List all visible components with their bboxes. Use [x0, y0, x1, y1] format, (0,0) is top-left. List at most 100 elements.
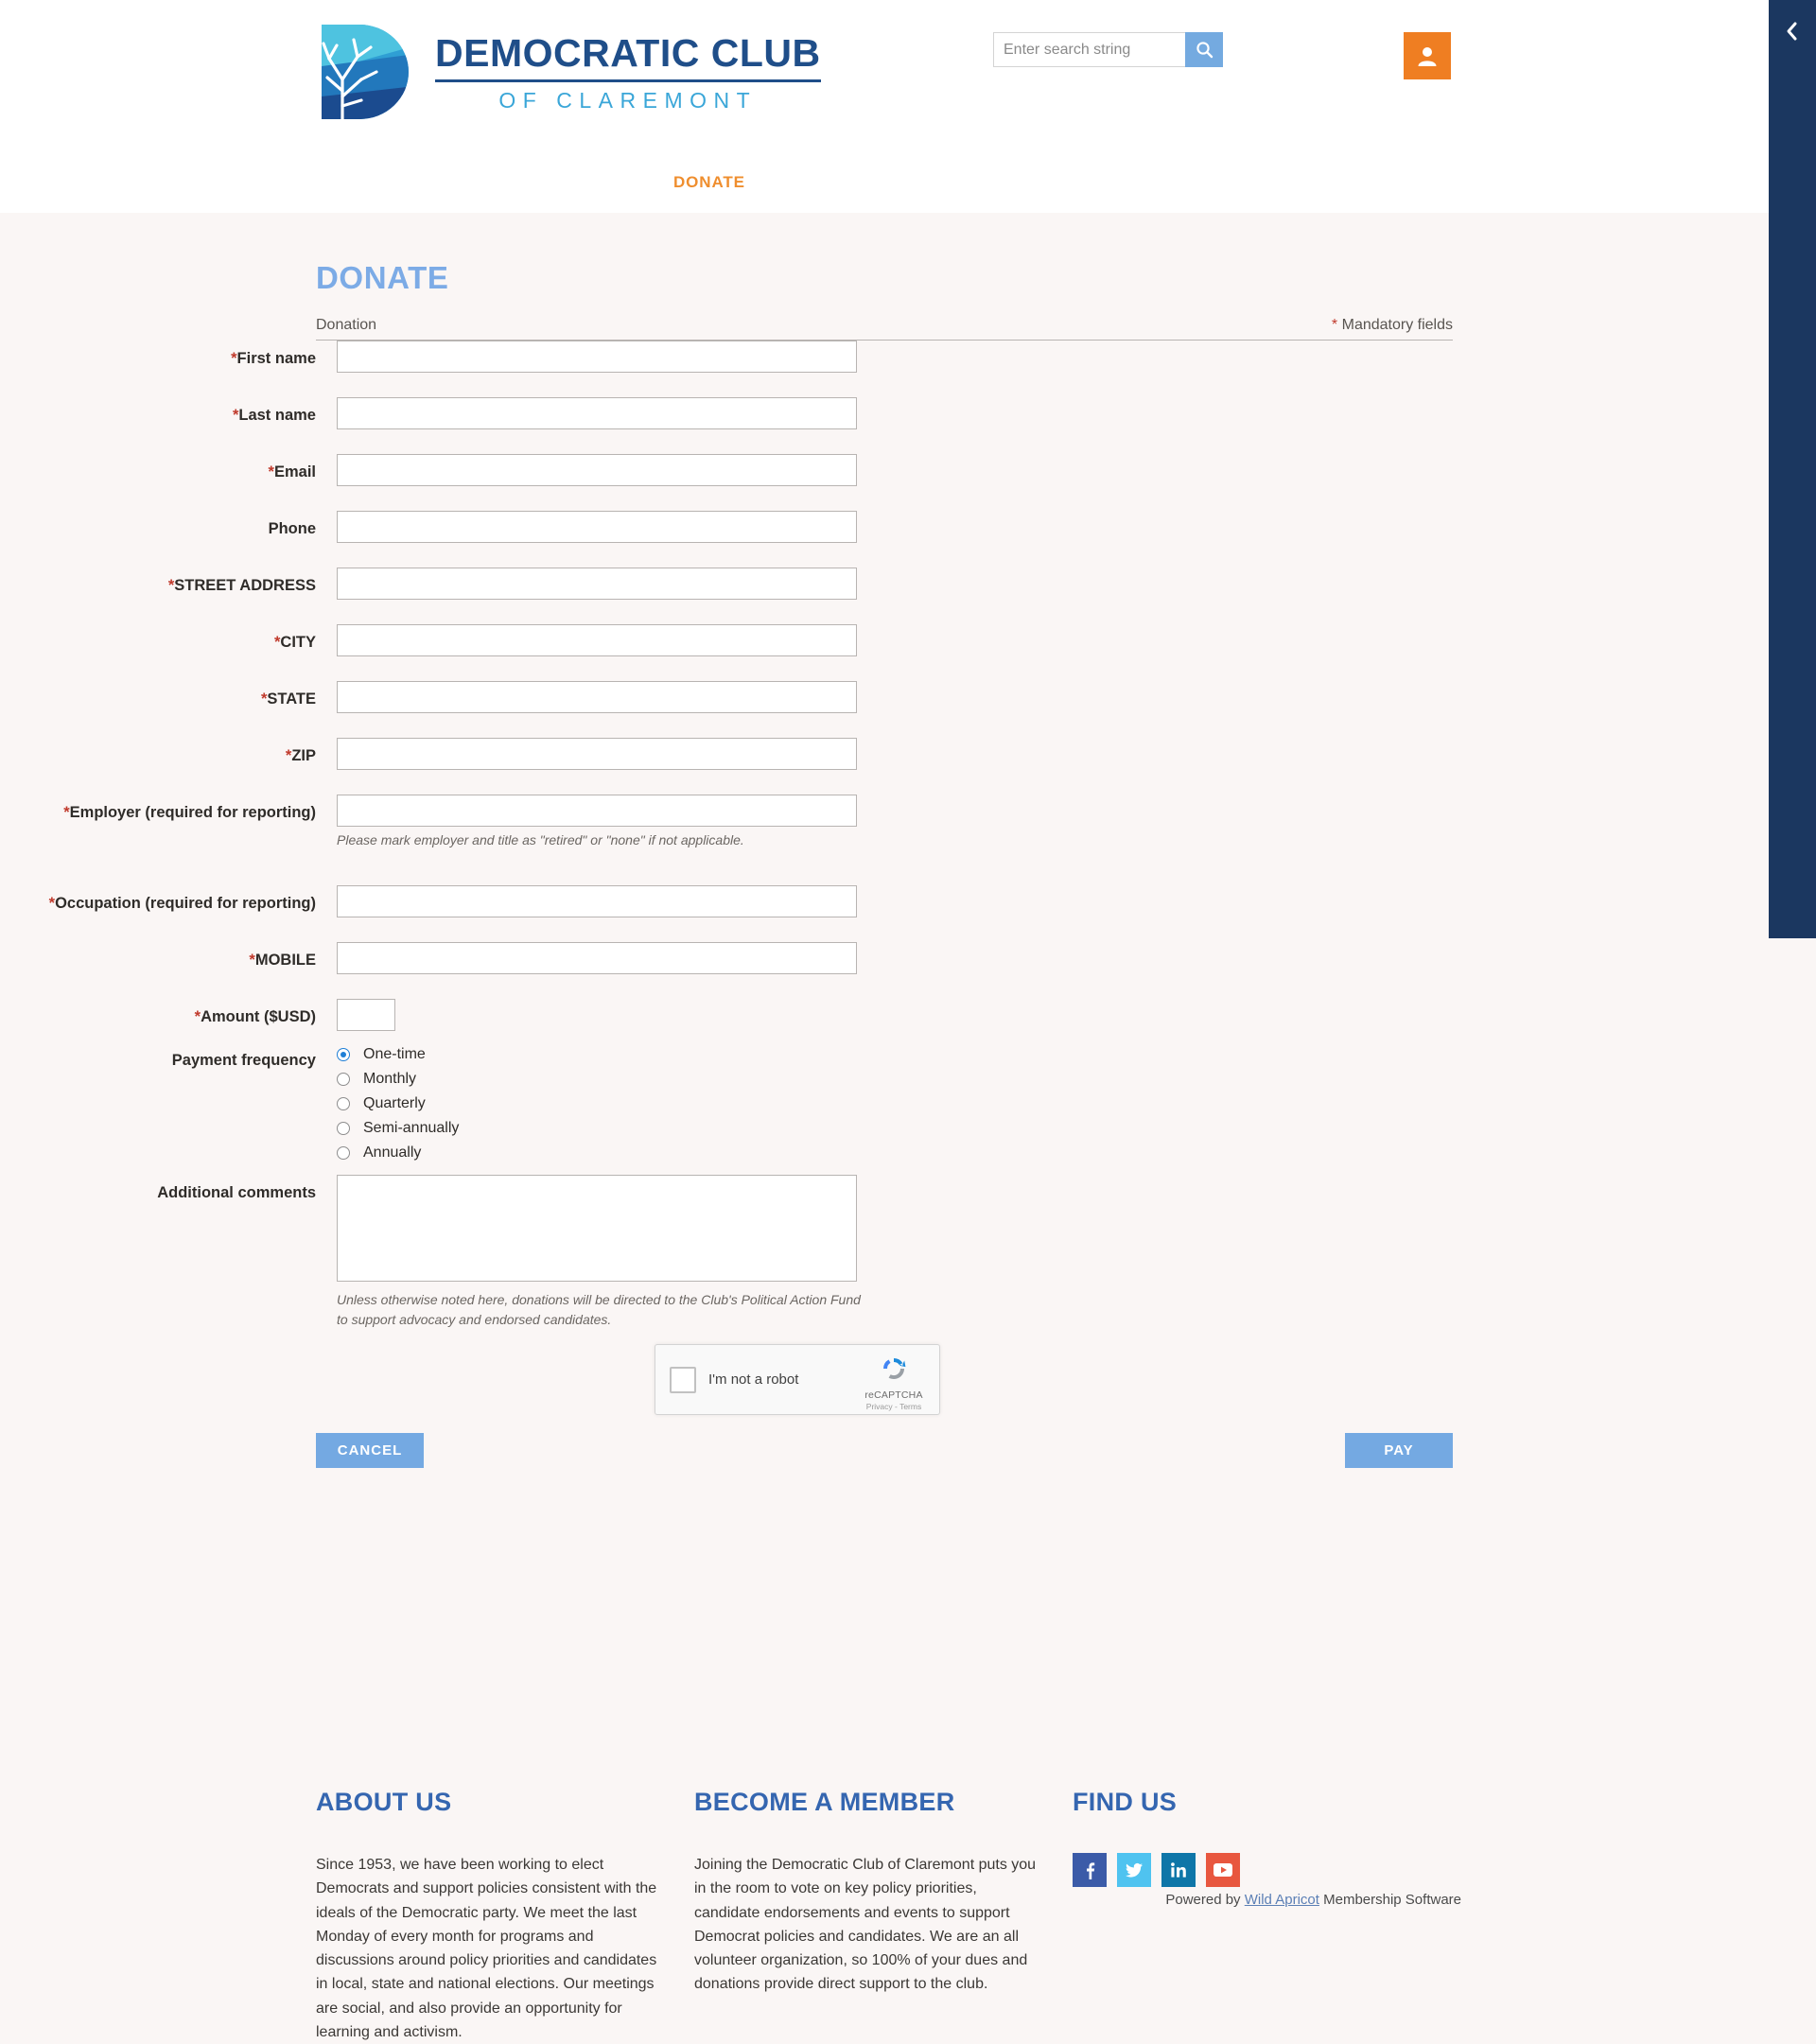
additional-comments-textarea[interactable] — [337, 1175, 857, 1282]
site-header: DEMOCRATIC CLUB OF CLAREMONT DONATE — [0, 0, 1816, 213]
tree-circle-logo-icon — [322, 25, 409, 121]
recaptcha-checkbox[interactable] — [670, 1366, 696, 1393]
radio-label-annually[interactable]: Annually — [363, 1144, 421, 1162]
radio-label-one-time[interactable]: One-time — [363, 1046, 426, 1063]
right-side-panel — [1769, 0, 1816, 938]
recaptcha-label: I'm not a robot — [708, 1371, 799, 1388]
powered-suffix: Membership Software — [1318, 1892, 1461, 1908]
logo-title: DEMOCRATIC CLUB — [435, 31, 821, 75]
recaptcha-links[interactable]: Privacy - Terms — [858, 1402, 930, 1411]
form-row-employer: *Employer (required for reporting) Pleas… — [0, 795, 1769, 885]
site-logo[interactable]: DEMOCRATIC CLUB OF CLAREMONT — [314, 21, 821, 123]
employer-helper-text: Please mark employer and title as "retir… — [337, 832, 744, 847]
first-name-input[interactable] — [337, 341, 857, 373]
label-last-name: *Last name — [232, 407, 316, 424]
comments-helper-text: Unless otherwise noted here, donations w… — [337, 1292, 861, 1327]
search-input[interactable] — [993, 32, 1185, 67]
mandatory-star: * — [1331, 317, 1338, 333]
form-row-street-address: *STREET ADDRESS — [0, 568, 1769, 624]
form-row-state: *STATE — [0, 681, 1769, 738]
occupation-input[interactable] — [337, 885, 857, 917]
radio-option-monthly[interactable]: Monthly — [337, 1067, 459, 1092]
label-mobile: *MOBILE — [249, 952, 316, 969]
footer-title-about-us: ABOUT US — [316, 1788, 452, 1816]
radio-option-annually[interactable]: Annually — [337, 1141, 459, 1165]
zip-input[interactable] — [337, 738, 857, 770]
label-email: *Email — [268, 463, 316, 480]
mobile-input[interactable] — [337, 942, 857, 974]
search-button[interactable] — [1185, 32, 1223, 67]
powered-prefix: Powered by — [1165, 1892, 1245, 1908]
section-label: Donation — [316, 317, 377, 333]
wild-apricot-link[interactable]: Wild Apricot — [1245, 1892, 1319, 1908]
label-city: *CITY — [273, 634, 316, 651]
form-row-mobile: *MOBILE — [0, 942, 1769, 999]
radio-label-quarterly[interactable]: Quarterly — [363, 1095, 426, 1112]
form-row-payment-frequency: Payment frequency One-time Monthly Quart… — [0, 1042, 1769, 1175]
donation-form: *First name *Last name *Email Phone *STR… — [0, 341, 1769, 1336]
radio-semi-annually[interactable] — [337, 1122, 350, 1135]
radio-option-quarterly[interactable]: Quarterly — [337, 1092, 459, 1116]
label-street-address: *STREET ADDRESS — [167, 577, 316, 594]
radio-monthly[interactable] — [337, 1073, 350, 1086]
logo-subtitle: OF CLAREMONT — [498, 88, 758, 113]
amount-input[interactable] — [337, 999, 395, 1031]
recaptcha-brand-name: reCAPTCHA — [864, 1389, 923, 1401]
form-row-first-name: *First name — [0, 341, 1769, 397]
form-row-last-name: *Last name — [0, 397, 1769, 454]
label-amount: *Amount ($USD) — [194, 1008, 316, 1025]
search-box — [993, 32, 1223, 67]
form-row-phone: Phone — [0, 511, 1769, 568]
recaptcha-icon — [883, 1358, 906, 1380]
email-input[interactable] — [337, 454, 857, 486]
footer-title-find-us: FIND US — [1073, 1788, 1178, 1816]
cancel-button[interactable]: CANCEL — [316, 1433, 424, 1468]
radio-option-semi-annually[interactable]: Semi-annually — [337, 1116, 459, 1141]
form-row-city: *CITY — [0, 624, 1769, 681]
form-row-occupation: *Occupation (required for reporting) — [0, 885, 1769, 942]
radio-one-time[interactable] — [337, 1048, 350, 1061]
mandatory-fields-note: * Mandatory fields — [1332, 317, 1453, 334]
chevron-left-icon — [1787, 22, 1797, 41]
radio-annually[interactable] — [337, 1146, 350, 1160]
main-nav: DONATE — [0, 151, 1816, 213]
page-title: DONATE — [316, 260, 449, 295]
radio-label-monthly[interactable]: Monthly — [363, 1071, 416, 1088]
footer-columns: ABOUT US Since 1953, we have been workin… — [316, 1788, 1460, 2044]
label-payment-frequency: Payment frequency — [171, 1052, 316, 1069]
footer-body-become-a-member: Joining the Democratic Club of Claremont… — [694, 1857, 1037, 1993]
street-address-input[interactable] — [337, 568, 857, 600]
footer-column-about-us: ABOUT US Since 1953, we have been workin… — [316, 1788, 694, 2044]
nav-item-donate[interactable]: DONATE — [673, 173, 745, 192]
linkedin-link[interactable] — [1161, 1853, 1196, 1887]
recaptcha-widget[interactable]: I'm not a robot reCAPTCHA Privacy - Term… — [655, 1344, 940, 1415]
form-section-header: Donation * Mandatory fields — [316, 317, 1453, 341]
right-panel-collapse-button[interactable] — [1776, 15, 1808, 47]
twitter-link[interactable] — [1117, 1853, 1151, 1887]
radio-option-one-time[interactable]: One-time — [337, 1042, 459, 1067]
footer-column-find-us: FIND US — [1073, 1788, 1451, 2044]
label-state: *STATE — [260, 690, 316, 708]
phone-input[interactable] — [337, 511, 857, 543]
label-employer: *Employer (required for reporting) — [63, 804, 316, 821]
label-zip: *ZIP — [285, 747, 316, 764]
last-name-input[interactable] — [337, 397, 857, 429]
facebook-link[interactable] — [1073, 1853, 1107, 1887]
employer-input[interactable] — [337, 795, 857, 827]
user-icon — [1418, 47, 1437, 66]
linkedin-icon — [1171, 1862, 1186, 1878]
footer-title-become-a-member: BECOME A MEMBER — [694, 1788, 955, 1816]
form-row-email: *Email — [0, 454, 1769, 511]
pay-button[interactable]: PAY — [1345, 1433, 1453, 1468]
account-button[interactable] — [1404, 32, 1451, 79]
footer-column-become-a-member: BECOME A MEMBER Joining the Democratic C… — [694, 1788, 1073, 2044]
city-input[interactable] — [337, 624, 857, 656]
youtube-link[interactable] — [1206, 1853, 1240, 1887]
powered-by-text: Powered by Wild Apricot Membership Softw… — [0, 1892, 1816, 1908]
facebook-icon — [1087, 1862, 1095, 1879]
state-input[interactable] — [337, 681, 857, 713]
radio-quarterly[interactable] — [337, 1097, 350, 1110]
youtube-icon — [1214, 1863, 1232, 1877]
radio-label-semi-annually[interactable]: Semi-annually — [363, 1120, 459, 1137]
social-links — [1073, 1853, 1451, 1887]
